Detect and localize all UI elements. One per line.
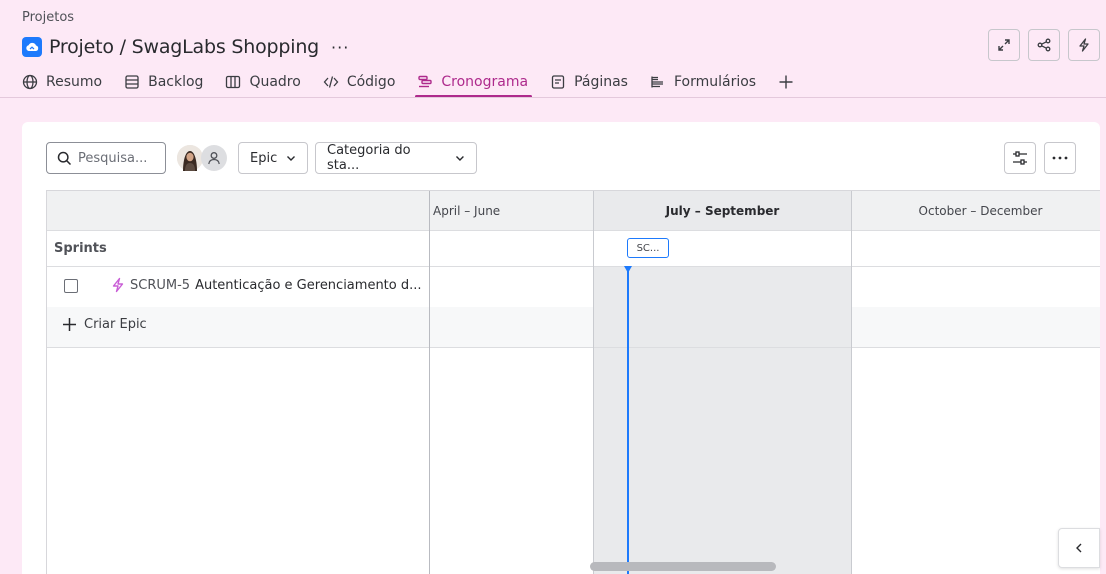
column-divider (593, 191, 594, 574)
tab-label: Quadro (249, 74, 301, 90)
user-icon (208, 152, 220, 165)
quarter-header-current: July – September (665, 203, 780, 218)
chevron-down-icon (287, 156, 296, 161)
grid-divider (47, 230, 1100, 231)
share-icon (1037, 38, 1051, 52)
today-marker-line (627, 267, 629, 574)
tab-paginas[interactable]: Páginas (550, 66, 628, 98)
chevron-left-icon (1076, 543, 1082, 553)
tab-quadro[interactable]: Quadro (225, 66, 301, 98)
board-icon (226, 75, 241, 89)
tab-label: Backlog (148, 74, 204, 90)
backlog-icon (125, 75, 139, 89)
quarter-header: April – June (433, 203, 501, 218)
filter-settings-icon (1013, 151, 1027, 165)
today-marker (624, 266, 632, 273)
project-tabs: Resumo Backlog Quadro Código Cronograma … (22, 66, 824, 98)
plus-icon (779, 75, 793, 89)
create-row-bg (851, 307, 1100, 347)
create-epic-button[interactable]: Criar Epic (62, 317, 147, 332)
lightning-epic-icon (112, 277, 124, 293)
status-category-dropdown[interactable]: Categoria do sta... (315, 142, 477, 174)
tab-label: Código (346, 74, 396, 90)
lightning-icon (1079, 38, 1089, 52)
tab-label: Cronograma (441, 74, 529, 90)
pages-icon (551, 75, 565, 89)
sprint-chip[interactable]: SC... (627, 238, 669, 258)
tab-resumo[interactable]: Resumo (22, 66, 102, 98)
horizontal-scrollbar[interactable] (590, 562, 776, 571)
expand-icon (998, 39, 1010, 51)
quarter-header: October – December (918, 203, 1043, 218)
status-category-label: Categoria do sta... (327, 143, 411, 173)
collapse-panel-button[interactable] (1058, 528, 1100, 568)
search-icon (57, 151, 72, 165)
column-divider (429, 191, 430, 574)
epic-filter-dropdown[interactable]: Epic (238, 142, 309, 174)
column-divider (851, 191, 852, 574)
create-row-bg (430, 307, 593, 347)
forms-icon (651, 76, 663, 88)
search-field[interactable] (46, 142, 166, 174)
grid-divider (47, 347, 1100, 348)
unassigned-avatar[interactable] (201, 145, 227, 171)
more-actions-button[interactable]: ··· (331, 38, 349, 57)
expand-button[interactable] (988, 29, 1020, 61)
breadcrumb[interactable]: Projetos (22, 10, 74, 25)
tab-codigo[interactable]: Código (323, 66, 396, 98)
cloud-project-icon (22, 37, 42, 57)
page-title: Projeto / SwagLabs Shopping (49, 36, 320, 58)
epic-row[interactable]: SCRUM-5 Autenticação e Gerenciamento d..… (111, 277, 422, 293)
page-title-row: Projeto / SwagLabs Shopping ··· (22, 34, 349, 60)
grid-divider (47, 266, 1100, 267)
tab-cronograma[interactable]: Cronograma (415, 66, 532, 98)
timeline-grid: April – June July – September October – … (46, 190, 1100, 574)
epic-checkbox[interactable] (64, 279, 78, 293)
epic-key: SCRUM-5 (130, 277, 191, 293)
epic-filter-label: Epic (250, 150, 278, 166)
search-input[interactable] (78, 150, 158, 166)
timeline-icon (418, 75, 433, 88)
chevron-down-icon (456, 156, 465, 161)
sprints-label: Sprints (54, 241, 107, 256)
tab-label: Páginas (574, 74, 628, 90)
tab-formularios[interactable]: Formulários (650, 66, 756, 98)
add-tab-button[interactable] (778, 66, 802, 98)
tabs-divider (0, 97, 1106, 98)
avatar[interactable] (177, 145, 203, 171)
tab-backlog[interactable]: Backlog (124, 66, 203, 98)
tab-label: Formulários (673, 74, 757, 90)
plus-icon (63, 318, 76, 331)
epic-summary: Autenticação e Gerenciamento d... (195, 277, 422, 293)
more-options-button[interactable] (1044, 142, 1076, 174)
globe-icon (22, 74, 38, 90)
create-epic-label: Criar Epic (84, 317, 147, 332)
code-icon (323, 76, 339, 88)
view-settings-button[interactable] (1004, 142, 1036, 174)
more-horizontal-icon (1052, 156, 1068, 160)
share-button[interactable] (1028, 29, 1060, 61)
tab-label: Resumo (46, 74, 103, 90)
automation-button[interactable] (1068, 29, 1100, 61)
